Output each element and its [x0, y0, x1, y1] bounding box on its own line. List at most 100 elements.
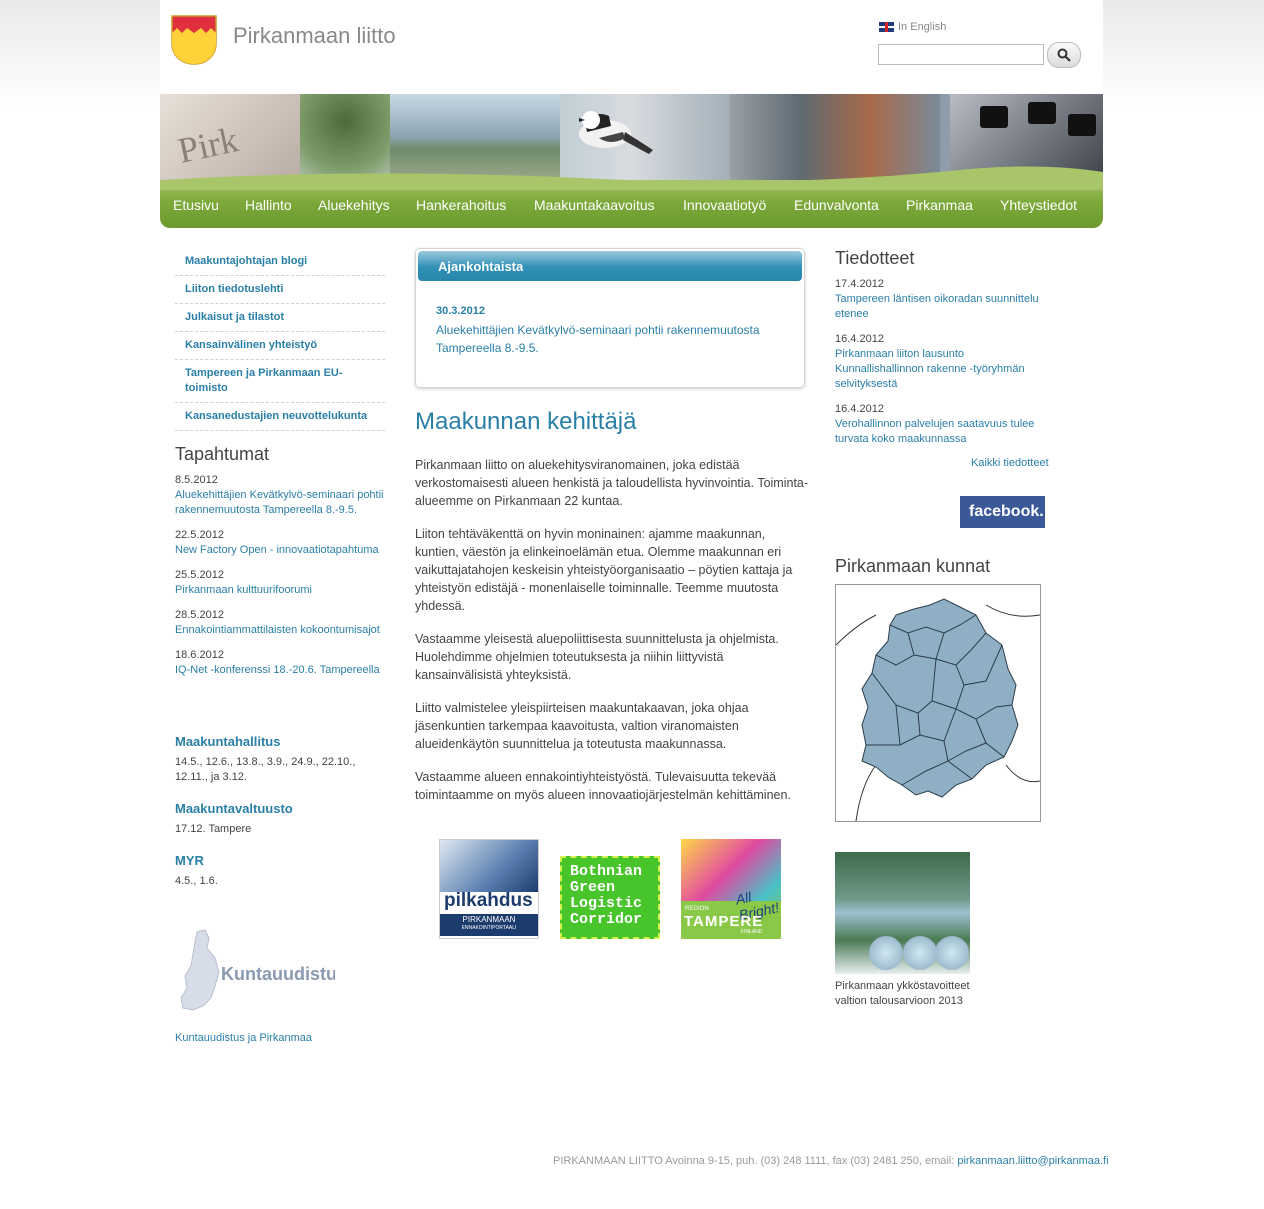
pilkahdus-sub-line: ENNAKOINTIPORTAALI	[461, 925, 517, 931]
meeting-title[interactable]: Maakuntahallitus	[175, 734, 390, 749]
body-paragraph: Pirkanmaan liitto on aluekehitysviranoma…	[415, 458, 809, 508]
nav-item-hankerahoitus[interactable]: Hankerahoitus	[416, 197, 506, 213]
press-item: 16.4.2012 Verohallinnon palvelujen saata…	[835, 402, 1045, 447]
budget-goals-publication-cover[interactable]	[835, 838, 970, 974]
meeting-block: Maakuntahallitus 14.5., 12.6., 13.8., 3.…	[175, 734, 390, 785]
facebook-button[interactable]: facebook.	[960, 496, 1045, 528]
nav-item-edunvalvonta[interactable]: Edunvalvonta	[794, 197, 879, 213]
cover-photo-circle	[935, 936, 969, 970]
nav-item-aluekehitys[interactable]: Aluekehitys	[318, 197, 390, 213]
language-link[interactable]: In English	[879, 21, 946, 33]
pirkanmaa-map-image	[835, 598, 1041, 822]
language-link-label: In English	[898, 21, 947, 33]
left-link[interactable]: Kansainvälinen yhteistyö	[175, 332, 385, 360]
nav-item-hallinto[interactable]: Hallinto	[245, 197, 292, 213]
event-link[interactable]: New Factory Open - innovaatiotapahtuma	[175, 543, 390, 558]
kuntauudistus-banner[interactable]: Kuntauudistus	[175, 928, 335, 1018]
cover-photo-circle	[903, 936, 937, 970]
body-paragraph: Vastaamme alueen ennakointiyhteistyöstä.…	[415, 770, 791, 802]
press-date: 16.4.2012	[835, 333, 884, 345]
press-item: 17.4.2012 Tampereen läntisen oikoradan s…	[835, 277, 1045, 322]
event-link[interactable]: Pirkanmaan kulttuurifoorumi	[175, 583, 390, 598]
pilkahdus-pattern	[440, 840, 538, 892]
news-date: 30.3.2012	[436, 305, 485, 317]
facebook-label: facebook.	[969, 503, 1044, 520]
tampere-region-label: REGION	[685, 906, 709, 912]
left-link[interactable]: Tampereen ja Pirkanmaan EU-toimisto	[175, 360, 385, 403]
nav-item-yhteystiedot[interactable]: Yhteystiedot	[1000, 197, 1077, 213]
meeting-title[interactable]: MYR	[175, 853, 390, 868]
banner-bird-image	[579, 111, 653, 154]
publication-caption: Pirkanmaan ykköstavoitteet valtion talou…	[835, 980, 970, 1007]
bgl-logo-text: Bothnian Green Logistic Corridor	[570, 863, 643, 928]
search-icon	[1057, 48, 1071, 62]
body-paragraph: Vastaamme yleisestä aluepoliittisesta su…	[415, 632, 779, 682]
kuntauudistus-image-text: Kuntauudistus	[221, 964, 335, 984]
meeting-title[interactable]: Maakuntavaltuusto	[175, 801, 390, 816]
kuntauudistus-link[interactable]: Kuntauudistus ja Pirkanmaa	[175, 1032, 312, 1044]
site-title[interactable]: Pirkanmaan liitto	[233, 23, 396, 49]
pilkahdus-name: pilkahdus	[444, 890, 533, 911]
event-item: 25.5.2012 Pirkanmaan kulttuurifoorumi	[175, 568, 390, 598]
bothnian-green-logistic-corridor-logo-link[interactable]: Bothnian Green Logistic Corridor	[560, 856, 660, 939]
event-date: 18.6.2012	[175, 649, 224, 661]
event-link[interactable]: Ennakointiammattilaisten kokoontumisajot	[175, 623, 390, 638]
nav-wave-decoration	[160, 166, 1103, 190]
body-paragraph: Liitto valmistelee yleispiirteisen maaku…	[415, 701, 749, 751]
news-box-title: Ajankohtaista	[438, 259, 524, 274]
pilkahdus-subtitle: PIRKANMAAN ENNAKOINTIPORTAALI	[440, 914, 538, 936]
municipalities-heading: Pirkanmaan kunnat	[835, 556, 991, 576]
meeting-dates: 17.12. Tampere	[175, 823, 252, 835]
search-input[interactable]	[878, 44, 1044, 65]
press-link[interactable]: Tampereen läntisen oikoradan suunnittelu…	[835, 292, 1045, 322]
press-date: 16.4.2012	[835, 403, 884, 415]
region-tampere-logo-link[interactable]: All Bright! REGION TAMPERE FINLAND	[681, 839, 781, 939]
pilkahdus-sub-line: PIRKANMAAN	[462, 915, 516, 924]
left-link[interactable]: Liiton tiedotuslehti	[175, 276, 385, 304]
footer-address: PIRKANMAAN LIITTO Avoinna 9-15, puh. (03…	[553, 1155, 958, 1167]
tampere-country: FINLAND	[741, 929, 763, 935]
press-date: 17.4.2012	[835, 278, 884, 290]
press-link[interactable]: Verohallinnon palvelujen saatavuus tulee…	[835, 417, 1045, 447]
body-paragraph: Liiton tehtäväkenttä on hyvin moninainen…	[415, 527, 793, 613]
event-item: 22.5.2012 New Factory Open - innovaatiot…	[175, 528, 390, 558]
pilkahdus-logo-link[interactable]: pilkahdus PIRKANMAAN ENNAKOINTIPORTAALI	[439, 839, 539, 939]
event-item: 28.5.2012 Ennakointiammattilaisten kokoo…	[175, 608, 390, 638]
main-heading: Maakunnan kehittäjä	[415, 408, 637, 435]
events-heading: Tapahtumat	[175, 444, 270, 464]
left-link[interactable]: Julkaisut ja tilastot	[175, 304, 385, 332]
coat-of-arms-logo[interactable]	[171, 15, 217, 65]
meeting-block: Maakuntavaltuusto 17.12. Tampere	[175, 801, 390, 837]
nav-item-innovaatiotyo[interactable]: Innovaatiotyö	[683, 197, 766, 213]
event-link[interactable]: IQ-Net -konferenssi 18.-20.6. Tampereell…	[175, 663, 390, 678]
left-quick-links: Maakuntajohtajan blogi Liiton tiedotusle…	[175, 248, 385, 431]
municipalities-map[interactable]	[835, 584, 1041, 822]
news-box: Ajankohtaista 30.3.2012 Aluekehittäjien …	[415, 248, 805, 388]
page-container: Pirkanmaan liitto In English Pirk Etusiv…	[160, 0, 1109, 1209]
press-link[interactable]: Pirkanmaan liiton lausunto Kunnallishall…	[835, 347, 1045, 392]
nav-item-maakuntakaavoitus[interactable]: Maakuntakaavoitus	[534, 197, 655, 213]
press-item: 16.4.2012 Pirkanmaan liiton lausunto Kun…	[835, 332, 1045, 392]
all-press-releases-link[interactable]: Kaikki tiedotteet	[971, 457, 1049, 469]
footer-email-link[interactable]: pirkanmaan.liitto@pirkanmaa.fi	[957, 1155, 1108, 1167]
event-date: 25.5.2012	[175, 569, 224, 581]
event-date: 28.5.2012	[175, 609, 224, 621]
left-link[interactable]: Kansanedustajien neuvottelukunta	[175, 403, 385, 431]
meeting-dates: 14.5., 12.6., 13.8., 3.9., 24.9., 22.10.…	[175, 756, 356, 783]
event-link[interactable]: Aluekehittäjien Kevätkylvö-seminaari poh…	[175, 488, 390, 518]
events-list: 8.5.2012 Aluekehittäjien Kevätkylvö-semi…	[175, 473, 390, 688]
event-date: 8.5.2012	[175, 474, 218, 486]
nav-item-etusivu[interactable]: Etusivu	[173, 197, 219, 213]
cover-photo-circle	[869, 936, 903, 970]
event-date: 22.5.2012	[175, 529, 224, 541]
footer: PIRKANMAAN LIITTO Avoinna 9-15, puh. (03…	[553, 1155, 1109, 1167]
main-body-text: Pirkanmaan liitto on aluekehitysviranoma…	[415, 456, 810, 819]
press-releases-heading: Tiedotteet	[835, 248, 915, 268]
event-item: 18.6.2012 IQ-Net -konferenssi 18.-20.6. …	[175, 648, 390, 678]
nav-item-pirkanmaa[interactable]: Pirkanmaa	[906, 197, 973, 213]
press-releases-list: 17.4.2012 Tampereen läntisen oikoradan s…	[835, 277, 1045, 457]
search-button[interactable]	[1047, 42, 1081, 68]
news-link[interactable]: Aluekehittäjien Kevätkylvö-seminaari poh…	[436, 321, 786, 357]
event-item: 8.5.2012 Aluekehittäjien Kevätkylvö-semi…	[175, 473, 390, 518]
left-link[interactable]: Maakuntajohtajan blogi	[175, 248, 385, 276]
